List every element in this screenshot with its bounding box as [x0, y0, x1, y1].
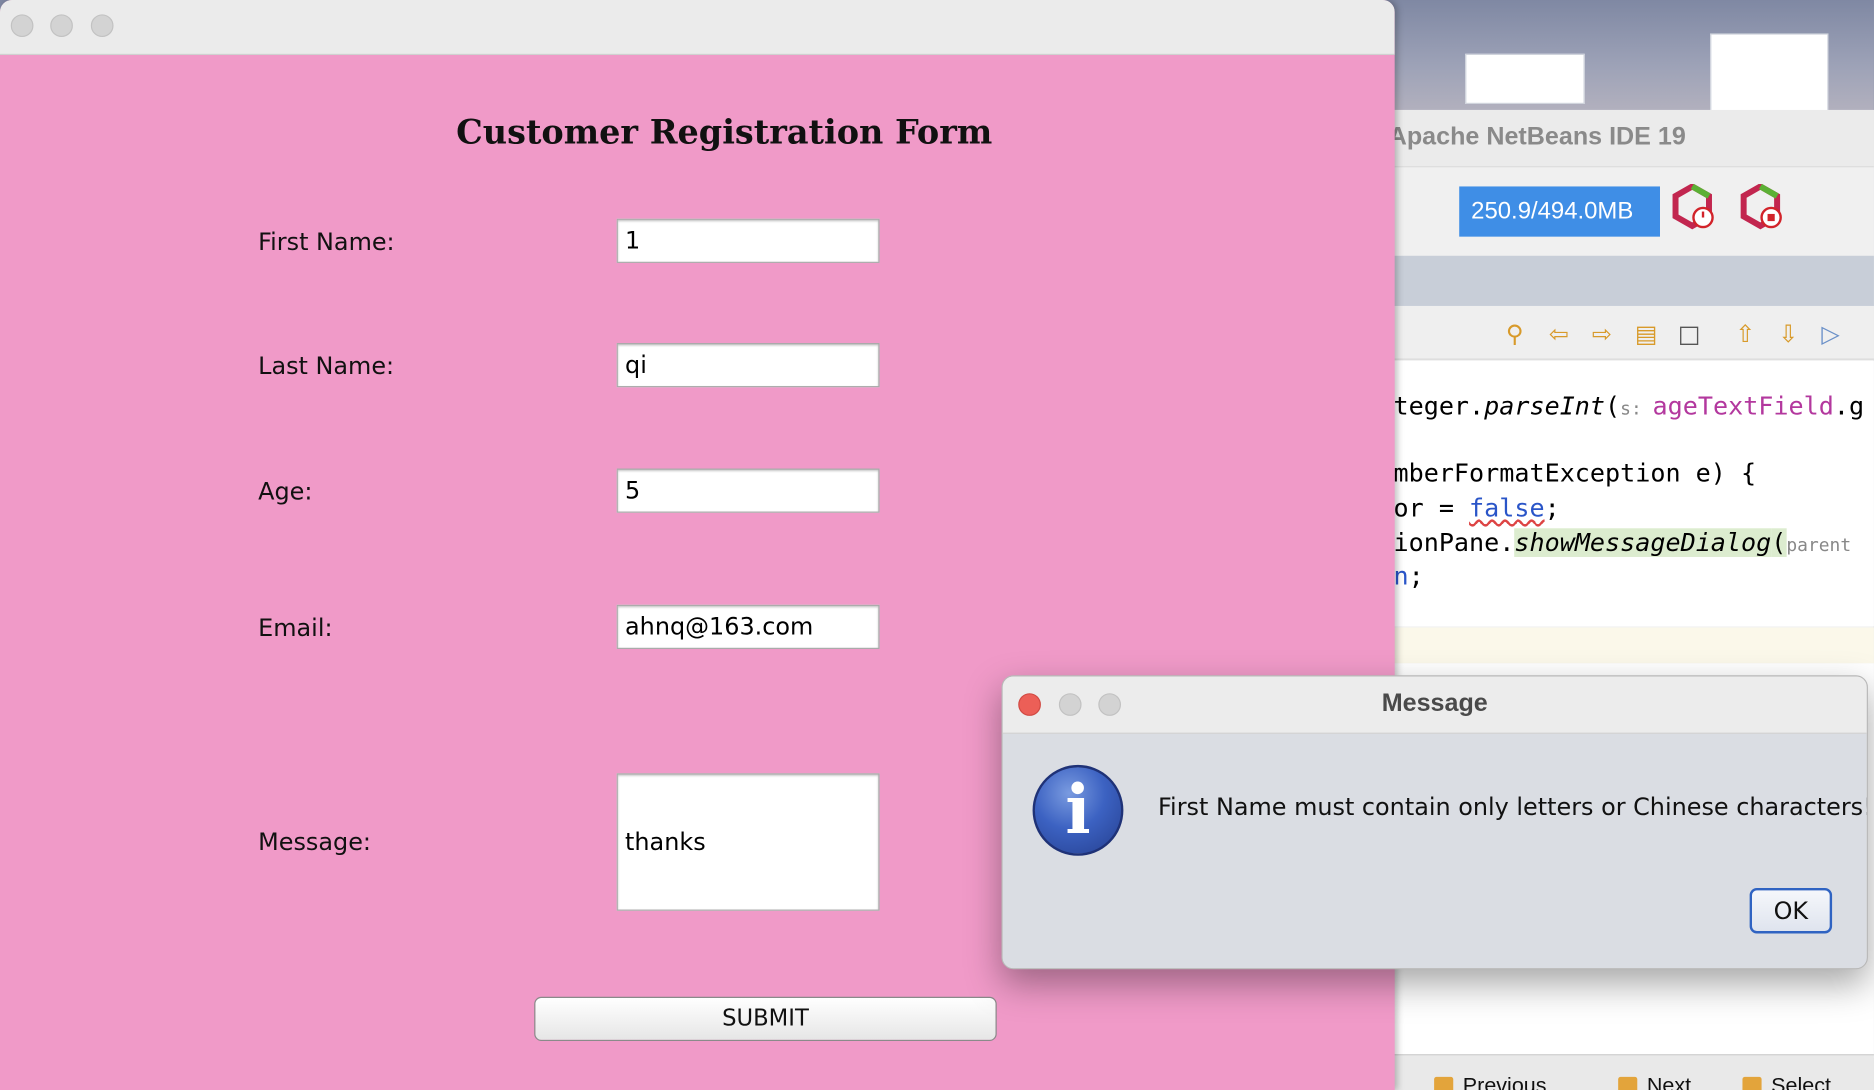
up-arrow-icon[interactable]: ⇧: [1735, 320, 1764, 346]
forward-arrow-icon[interactable]: ⇨: [1592, 320, 1621, 346]
email-input[interactable]: ahnq@163.com: [616, 604, 880, 649]
code-line: mberFormatException e) {: [1393, 458, 1757, 488]
memory-indicator[interactable]: 250.9/494.0MB: [1459, 186, 1660, 237]
ide-titlebar: Apache NetBeans IDE 19: [1386, 109, 1874, 167]
previous-icon: [1434, 1076, 1454, 1090]
dialog-body: i First Name must contain only letters o…: [1002, 733, 1868, 969]
next-icon: [1618, 1076, 1638, 1090]
code-line: teger.parseInt(s: ageTextField.g: [1393, 392, 1865, 421]
profiler-clock-icon[interactable]: [1670, 184, 1715, 230]
first-name-input[interactable]: 1: [616, 218, 880, 263]
age-label: Age:: [258, 476, 313, 506]
code-current-line: [1386, 627, 1874, 664]
form-heading: Customer Registration Form: [456, 112, 993, 152]
message-textarea[interactable]: thanks: [616, 773, 880, 911]
window-thumbnail[interactable]: [1710, 33, 1829, 120]
submit-button[interactable]: SUBMIT: [534, 996, 997, 1042]
message-label: Message:: [258, 827, 371, 856]
select-icon: [1742, 1076, 1762, 1090]
toggle-icon[interactable]: ▤: [1635, 320, 1664, 346]
info-icon: i: [1032, 764, 1124, 856]
code-line: ionPane.showMessageDialog(parent: [1393, 528, 1852, 557]
ide-tab-strip: [1386, 255, 1874, 306]
window-thumbnail[interactable]: [1465, 53, 1585, 104]
message-dialog: Message i First Name must contain only l…: [1001, 675, 1868, 970]
email-label: Email:: [258, 613, 333, 642]
shift-icon[interactable]: ▷: [1821, 320, 1850, 346]
code-line: or = false;: [1393, 493, 1560, 523]
zoom-window-button[interactable]: [90, 14, 114, 38]
select-rect-icon[interactable]: □: [1678, 320, 1707, 346]
close-window-button[interactable]: [10, 14, 34, 38]
form-titlebar: [0, 0, 1395, 55]
dialog-title: Message: [1381, 689, 1488, 718]
dialog-message: First Name must contain only letters or …: [1158, 792, 1868, 822]
ide-title: Apache NetBeans IDE 19: [1388, 123, 1686, 151]
select-button[interactable]: Select: [1742, 1073, 1831, 1090]
dialog-titlebar: Message: [1002, 676, 1867, 734]
minimize-window-button[interactable]: [50, 14, 73, 38]
previous-button[interactable]: Previous: [1434, 1073, 1546, 1090]
ok-button[interactable]: OK: [1749, 888, 1833, 934]
last-name-label: Last Name:: [258, 351, 395, 381]
last-name-input[interactable]: qi: [616, 343, 880, 388]
down-arrow-icon[interactable]: ⇩: [1778, 320, 1807, 346]
search-icon[interactable]: ⚲: [1506, 320, 1535, 346]
profiler-stop-icon[interactable]: [1738, 184, 1783, 230]
age-input[interactable]: 5: [616, 468, 880, 513]
code-line: n;: [1393, 561, 1424, 591]
first-name-label: First Name:: [258, 227, 395, 256]
next-button[interactable]: Next: [1618, 1073, 1691, 1090]
back-arrow-icon[interactable]: ⇦: [1549, 320, 1578, 346]
